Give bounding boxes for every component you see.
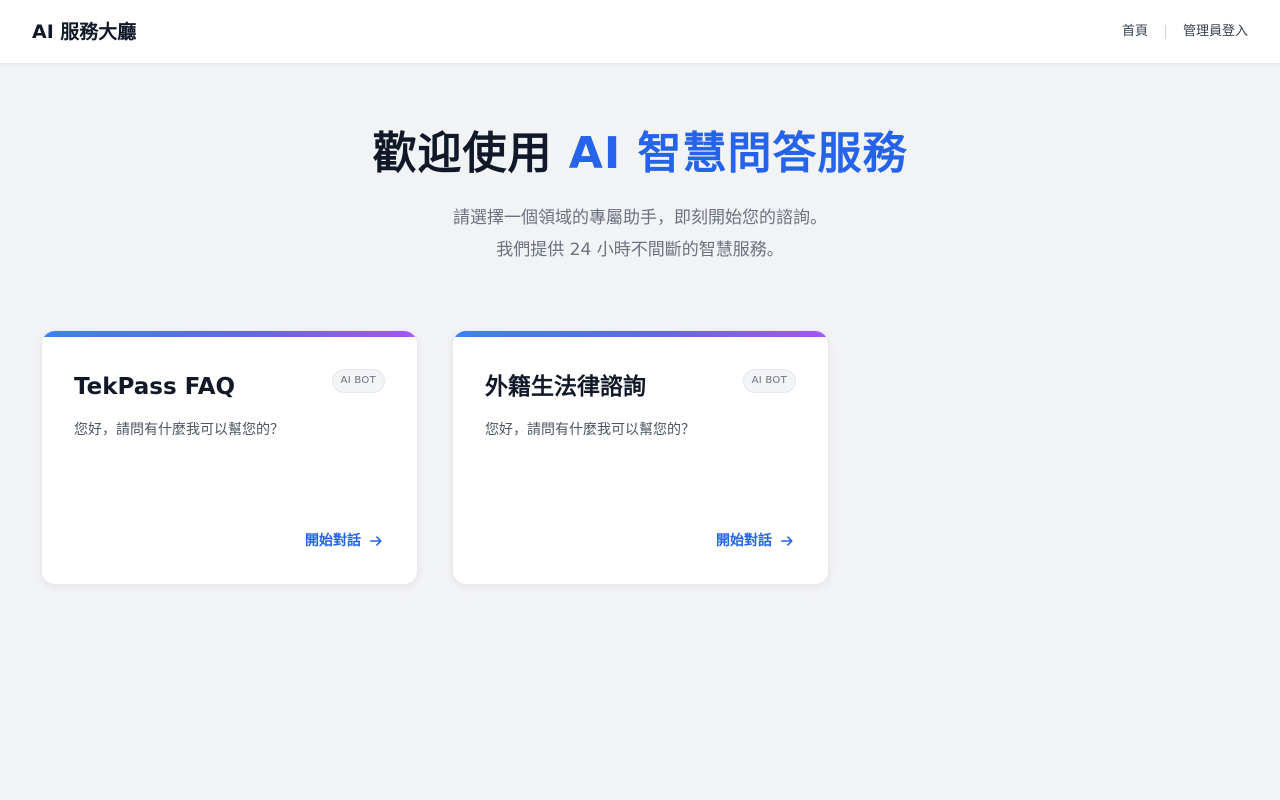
card-title: 外籍生法律諮詢 [485,374,646,400]
hero-title-accent: AI 智慧問答服務 [568,128,908,179]
ai-bot-badge: AI BOT [331,369,385,393]
brand-logo-text[interactable]: AI 服務大廳 [32,19,136,45]
hero-title: 歡迎使用 AI 智慧問答服務 [0,124,1280,184]
hero-subtitle-line-1: 請選擇一個領域的專屬助手，即刻開始您的諮詢。 [453,208,827,228]
hero-subtitle: 請選擇一個領域的專屬助手，即刻開始您的諮詢。 我們提供 24 小時不間斷的智慧服… [0,202,1280,266]
nav-link-admin-login[interactable]: 管理員登入 [1183,22,1248,42]
card-title: TekPass FAQ [74,374,236,400]
bot-card-foreign-student-legal[interactable]: 外籍生法律諮詢 AI BOT 您好，請問有什麼我可以幫您的？ 開始對話 [452,330,829,585]
start-chat-button[interactable]: 開始對話 [305,530,383,552]
nav-link-home[interactable]: 首頁 [1122,22,1148,42]
arrow-right-icon [780,536,793,546]
card-description: 您好，請問有什麼我可以幫您的？ [485,422,695,438]
start-chat-label: 開始對話 [716,533,772,549]
top-navbar: AI 服務大廳 首頁 管理員登入 [0,0,1280,64]
card-gradient-bar [42,331,417,337]
start-chat-button[interactable]: 開始對話 [716,530,794,552]
bot-card-tekpass-faq[interactable]: TekPass FAQ AI BOT 您好，請問有什麼我可以幫您的？ 開始對話 [41,330,418,585]
arrow-right-icon [369,536,382,546]
card-description: 您好，請問有什麼我可以幫您的？ [74,422,284,438]
start-chat-label: 開始對話 [305,533,361,549]
card-gradient-bar [453,331,828,337]
ai-bot-badge: AI BOT [742,369,796,393]
nav-links: 首頁 管理員登入 [1122,22,1248,42]
hero-subtitle-line-2: 我們提供 24 小時不間斷的智慧服務。 [496,240,784,260]
hero-title-main: 歡迎使用 [372,128,569,179]
nav-divider [1164,25,1166,39]
